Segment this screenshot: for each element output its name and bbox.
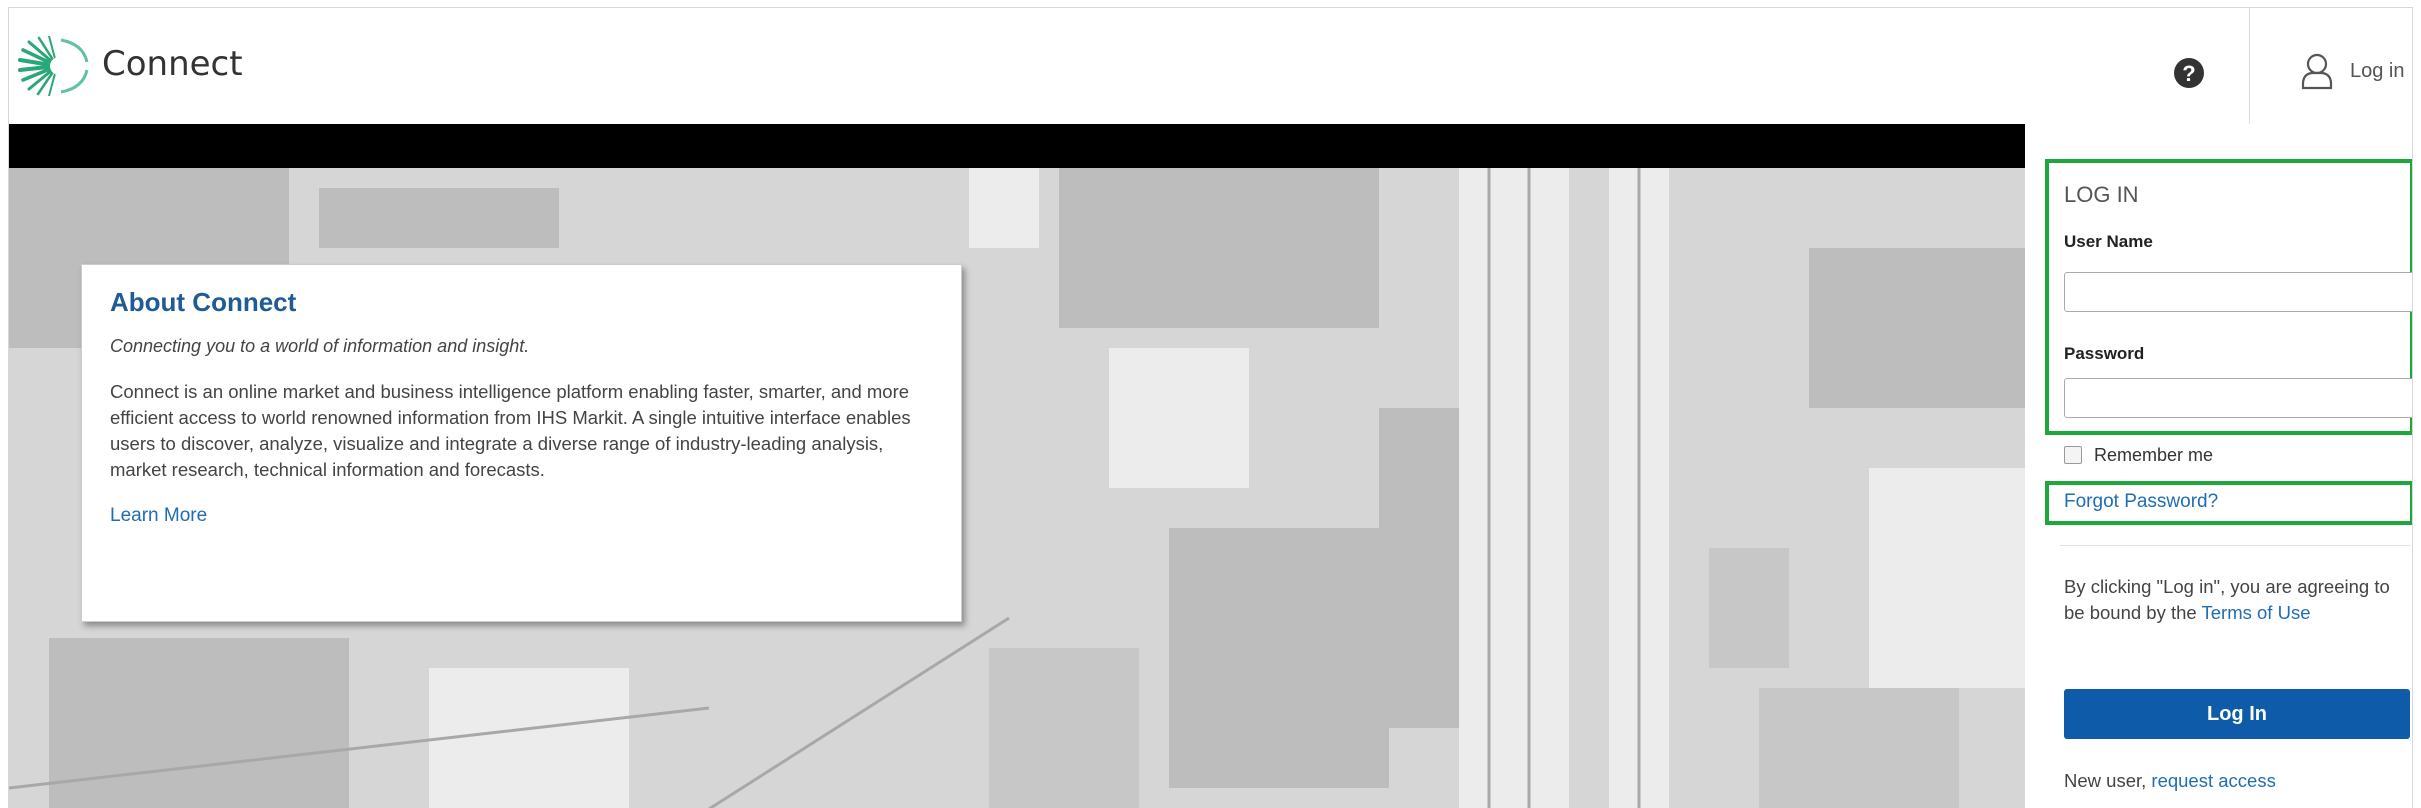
learn-more-link[interactable]: Learn More xyxy=(110,505,207,526)
remember-me-checkbox[interactable] xyxy=(2064,446,2082,464)
login-panel: LOG IN User Name Password Remember me Fo… xyxy=(2025,124,2412,808)
forgot-password-link[interactable]: Forgot Password? xyxy=(2064,491,2218,513)
remember-me-label: Remember me xyxy=(2094,445,2214,465)
header-login-label: Log in xyxy=(2350,60,2405,82)
panel-divider xyxy=(2060,545,2410,546)
user-icon xyxy=(2301,53,2333,90)
about-connect-card: About Connect Connecting you to a world … xyxy=(81,264,962,622)
app-title: Connect xyxy=(102,44,243,84)
banner-bar xyxy=(9,124,2025,168)
terms-notice: By clicking "Log in", you are agreeing t… xyxy=(2064,574,2409,626)
login-panel-title: LOG IN xyxy=(2064,182,2139,207)
connect-logo[interactable] xyxy=(17,35,91,97)
terms-of-use-link[interactable]: Terms of Use xyxy=(2202,602,2311,623)
about-title: About Connect xyxy=(110,287,297,317)
new-user-prefix: New user, xyxy=(2064,770,2152,791)
login-submit-button[interactable]: Log In xyxy=(2064,689,2410,739)
about-description: Connect is an online market and business… xyxy=(110,381,911,480)
aerial-background-image: About Connect Connecting you to a world … xyxy=(9,168,2025,808)
new-user-notice: New user, request access xyxy=(2064,770,2276,792)
password-input[interactable] xyxy=(2064,378,2412,418)
username-input[interactable] xyxy=(2064,272,2412,312)
top-header: Connect ? Log in xyxy=(9,8,2412,124)
header-login-link[interactable]: Log in xyxy=(2249,8,2412,124)
about-tagline: Connecting you to a world of information… xyxy=(110,336,530,356)
password-label: Password xyxy=(2064,344,2145,363)
username-label: User Name xyxy=(2064,232,2153,251)
request-access-link[interactable]: request access xyxy=(2151,770,2275,791)
question-circle-icon[interactable]: ? xyxy=(2174,58,2204,88)
browser-viewport: Connect ? Log in About Connect Connectin… xyxy=(8,7,2413,808)
